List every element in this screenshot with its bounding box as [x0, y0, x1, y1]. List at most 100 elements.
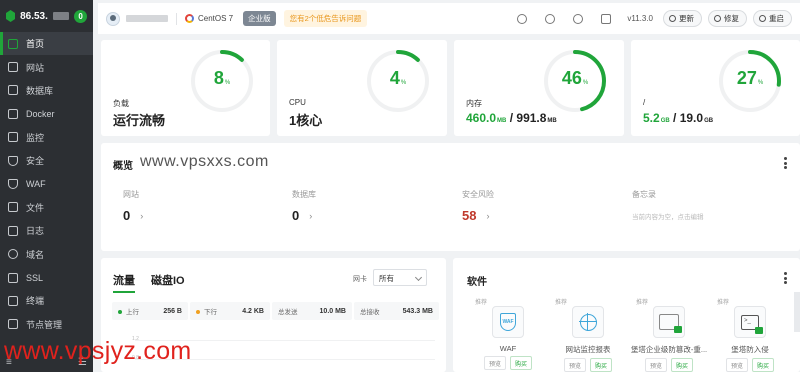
- update-label: 更新: [679, 14, 694, 23]
- app-card-site-monitor[interactable]: 推荐 网站监控报表 预览 购买: [547, 297, 629, 372]
- window-lock-icon: [659, 314, 682, 333]
- preview-button[interactable]: 预览: [725, 358, 748, 372]
- sidebar-item-label: 监控: [26, 132, 45, 143]
- sidebar-item-database[interactable]: 数据库: [0, 79, 93, 102]
- recommend-tag: 推荐: [475, 300, 488, 306]
- sidebar-item-terminal[interactable]: 终端: [0, 289, 93, 312]
- recommend-tag: 推荐: [717, 300, 730, 306]
- memory-used-unit: MB: [497, 118, 507, 124]
- download-stat: 下行 4.2 KB: [190, 302, 270, 320]
- watermark-overlay: www.vpsjyz.com: [4, 337, 192, 365]
- bell-icon[interactable]: [573, 13, 584, 24]
- overview-memo[interactable]: 备忘录 当前内容为空，点击编辑: [632, 189, 704, 221]
- sidebar-item-security[interactable]: 安全: [0, 149, 93, 172]
- memo-hint: 当前内容为空，点击编辑: [632, 214, 704, 221]
- log-icon: [8, 225, 18, 236]
- sidebar-item-docker[interactable]: Docker: [0, 102, 93, 125]
- scrollbar[interactable]: [794, 292, 800, 332]
- topbar-actions: v11.3.0 更新 修复 重启: [511, 10, 792, 27]
- sidebar-item-ssl[interactable]: SSL: [0, 266, 93, 289]
- load-card[interactable]: 8% 负载 运行流畅: [101, 40, 270, 136]
- buy-button[interactable]: 购买: [510, 356, 533, 370]
- sidebar-item-label: WAF: [26, 179, 46, 190]
- upload-stat: 上行 256 B: [112, 302, 188, 320]
- tab-disk-io[interactable]: 磁盘IO: [151, 272, 185, 293]
- sidebar-item-home[interactable]: 首页: [0, 32, 93, 56]
- sidebar-nav: 首页 网站 数据库 Docker 监控 安全 WAF 文件 日志 域名 SSL …: [0, 32, 93, 336]
- preview-button[interactable]: 预览: [644, 358, 667, 372]
- preview-button[interactable]: 预览: [483, 356, 506, 370]
- nic-label: 网卡: [353, 276, 367, 283]
- sidebar-item-files[interactable]: 文件: [0, 196, 93, 219]
- repair-button[interactable]: 修复: [708, 10, 747, 27]
- app-name: 堡塔防入侵: [731, 345, 769, 354]
- repair-label: 修复: [724, 14, 739, 23]
- software-more-icon[interactable]: [784, 272, 787, 286]
- cpu-cores: 1核心: [289, 113, 323, 128]
- server-ip: 86.53.: [20, 10, 48, 22]
- tab-traffic[interactable]: 流量: [113, 272, 135, 293]
- app-name: 堡塔企业级防篡改-重...: [630, 345, 708, 354]
- theme-sun-icon[interactable]: [517, 13, 528, 24]
- percent-unit: %: [757, 80, 764, 86]
- buy-button[interactable]: 购买: [752, 358, 775, 372]
- sidebar-item-label: Docker: [26, 108, 55, 119]
- sidebar-item-label: 域名: [26, 249, 45, 260]
- app-card-waf[interactable]: 推荐 WAF WAF 预览 购买: [467, 297, 549, 370]
- terminal-icon: [8, 295, 18, 306]
- sidebar-item-label: 节点管理: [26, 319, 63, 330]
- memory-total-unit: MB: [547, 118, 557, 124]
- stat-value: 4.2 KB: [242, 307, 264, 315]
- message-badge[interactable]: 0: [74, 9, 87, 23]
- sidebar-item-logs[interactable]: 日志: [0, 219, 93, 242]
- cpu-card[interactable]: 4% CPU 1核心: [277, 40, 447, 136]
- buy-button[interactable]: 购买: [590, 358, 613, 372]
- wrench-icon: [714, 15, 721, 22]
- update-button[interactable]: 更新: [663, 10, 702, 27]
- sidebar-item-monitor[interactable]: 监控: [0, 126, 93, 149]
- crosshair-monitor-icon: [578, 312, 597, 331]
- overview-value: 0 ›: [123, 208, 143, 223]
- nic-select[interactable]: 所有: [373, 269, 427, 286]
- overview-databases[interactable]: 数据库 0 ›: [292, 189, 316, 223]
- sidebar-item-website[interactable]: 网站: [0, 55, 93, 78]
- buy-button[interactable]: 购买: [671, 358, 694, 372]
- edition-badge[interactable]: 企业版: [243, 11, 276, 26]
- shield-icon: [8, 155, 18, 166]
- stat-value: 256 B: [163, 307, 182, 315]
- memory-total: 991.8: [516, 111, 547, 125]
- risk-notice[interactable]: 您有2个低危告诉问题: [283, 10, 368, 27]
- notes-icon[interactable]: [601, 13, 612, 24]
- overview-more-icon[interactable]: [784, 157, 787, 171]
- disk-card[interactable]: 27% / 5.2GB / 19.0GB: [631, 40, 800, 136]
- app-card-tamper-proof[interactable]: 推荐 堡塔企业级防篡改-重... 预览 购买: [628, 297, 710, 372]
- avatar[interactable]: [106, 11, 120, 26]
- restart-button[interactable]: 重启: [753, 10, 792, 27]
- ssl-icon: [8, 272, 18, 283]
- app-name: WAF: [499, 344, 517, 353]
- app-card-anti-intrusion[interactable]: 推荐 >_ 堡塔防入侵 预览 购买: [709, 297, 791, 372]
- overview-websites[interactable]: 网站 0 ›: [123, 189, 143, 223]
- stat-value: 10.0 MB: [319, 307, 346, 315]
- sidebar-item-nodes[interactable]: 节点管理: [0, 313, 93, 336]
- total-received-stat: 总接收 543.3 MB: [354, 302, 439, 320]
- folder-icon: [8, 202, 18, 213]
- software-card: 软件 推荐 WAF WAF 预览 购买 推荐 网站监控报表 预览 购买 推荐 堡塔企…: [453, 258, 800, 372]
- download-dot: [196, 310, 200, 314]
- stat-label: 下行: [204, 309, 217, 316]
- memory-used: 460.0: [466, 111, 497, 125]
- overview-title: 概览: [113, 161, 133, 172]
- memory-usage: 460.0MB / 991.8MB: [466, 111, 557, 125]
- overview-count: 58: [462, 208, 477, 223]
- sidebar-item-waf[interactable]: WAF: [0, 172, 93, 195]
- memory-card[interactable]: 46% 内存 460.0MB / 991.8MB: [454, 40, 624, 136]
- disk-percent-value: 27: [736, 68, 757, 88]
- sidebar-item-domain[interactable]: 域名: [0, 243, 93, 266]
- overview-security-risk[interactable]: 安全风险 58 ›: [462, 189, 494, 223]
- power-icon: [759, 15, 766, 22]
- app-buttons: 预览 购买: [467, 356, 549, 370]
- service-icon[interactable]: [545, 13, 556, 24]
- app-buttons: 预览 购买: [709, 358, 791, 372]
- preview-button[interactable]: 预览: [563, 358, 586, 372]
- overview-card: 概览 www.vpsxxs.com 网站 0 › 数据库 0 › 安全风险 58 › …: [101, 143, 800, 251]
